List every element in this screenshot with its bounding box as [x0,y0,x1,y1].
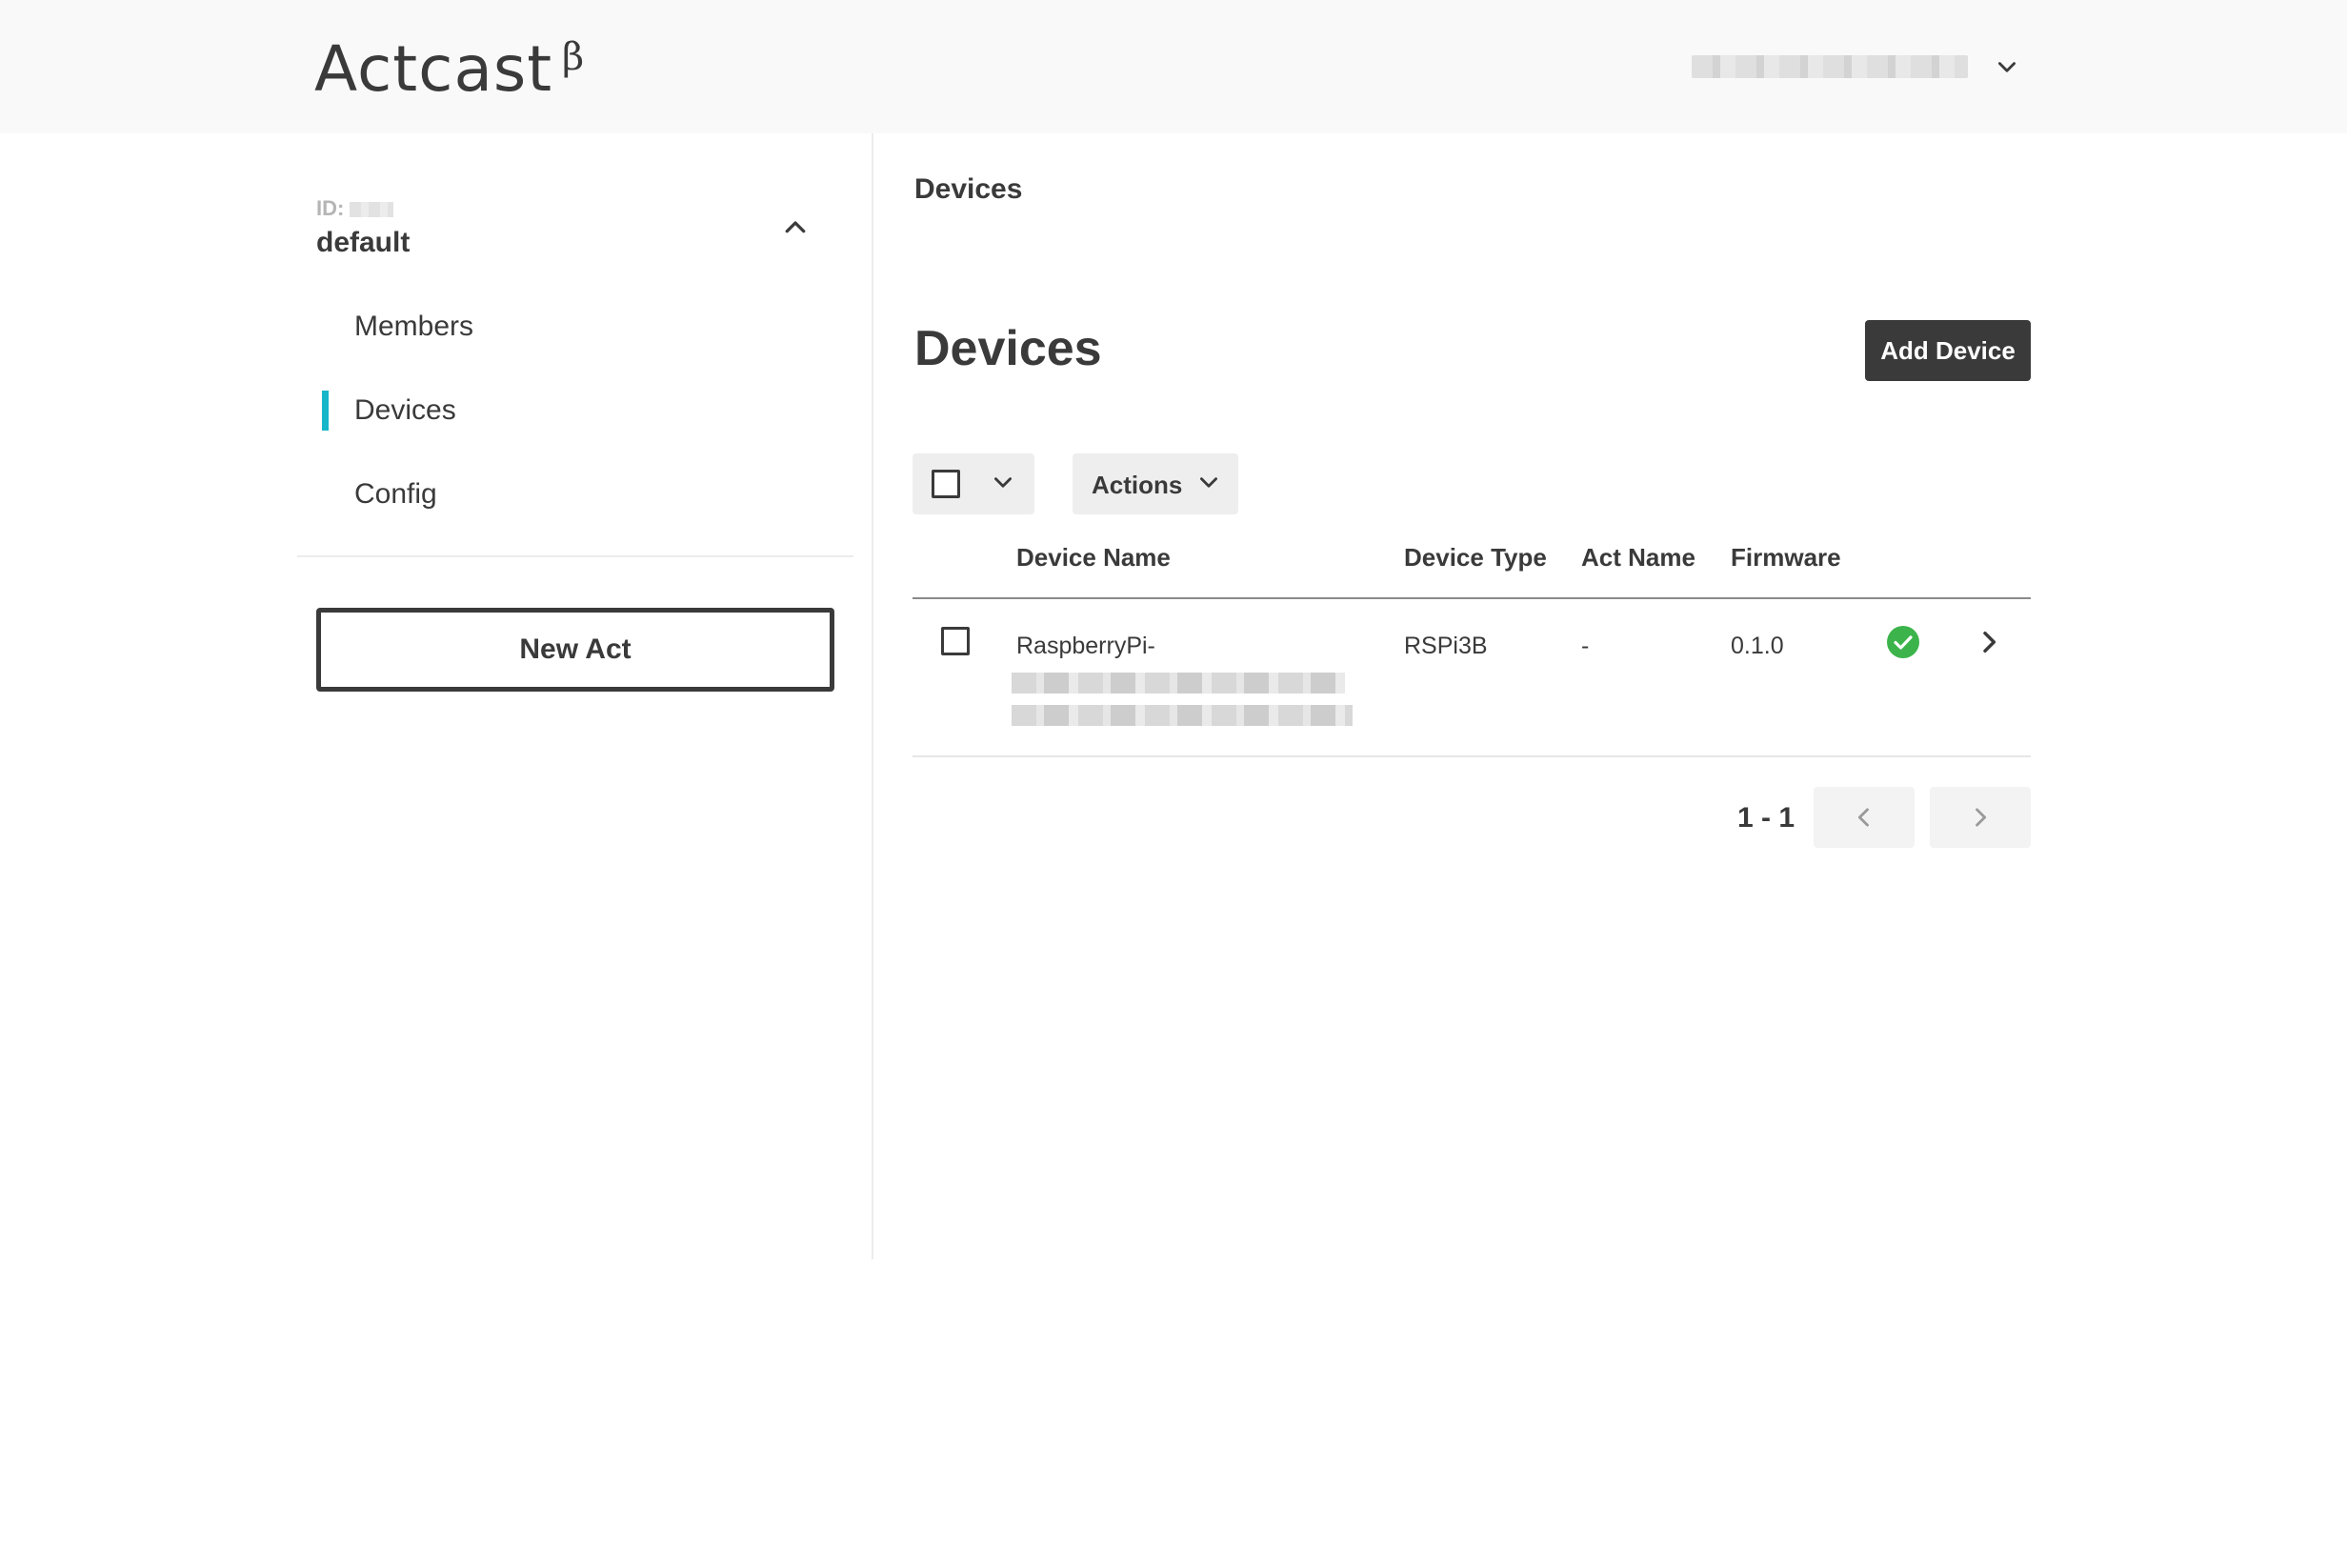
sidebar-border [872,133,873,1259]
chevron-down-icon [1998,62,2016,72]
chevron-right-icon[interactable] [1974,627,2004,657]
add-device-button[interactable]: Add Device [1865,320,2031,381]
group-id-label: ID: [316,196,345,220]
actions-label: Actions [1092,471,1183,499]
group-id-value-redacted [350,202,394,218]
logo-beta-mark: β [562,35,585,79]
firmware-cell: 0.1.0 [1731,633,1784,659]
device-name-cell[interactable]: RaspberryPi- [1016,633,1155,660]
group-id: ID: [316,196,394,221]
new-act-button[interactable]: New Act [316,608,834,692]
next-page-button[interactable] [1930,787,2031,848]
column-header-act-name: Act Name [1581,543,1695,572]
select-all-checkbox[interactable] [932,470,960,498]
row-checkbox[interactable] [941,627,970,655]
chevron-down-icon [994,477,1012,488]
pagination-range: 1 - 1 [1737,802,1795,834]
sidebar-item-devices[interactable]: Devices [354,394,456,427]
chevron-down-icon [1200,477,1217,488]
sidebar-item-config[interactable]: Config [354,478,437,511]
table-header-divider [913,597,2031,599]
sidebar-divider-line [297,555,853,557]
app-logo[interactable]: Actcast [314,36,552,103]
breadcrumb: Devices [914,173,1023,205]
table-row-divider [913,755,2031,757]
device-name-redacted [1012,705,1353,726]
chevron-left-icon [1857,808,1869,827]
chevron-up-icon[interactable] [781,213,810,242]
column-header-firmware: Firmware [1731,543,1841,572]
actions-dropdown[interactable]: Actions [1073,453,1238,514]
sidebar-active-indicator [322,391,329,431]
device-type-cell: RSPi3B [1404,633,1488,659]
previous-page-button[interactable] [1814,787,1915,848]
top-header: Actcast β [0,0,2347,133]
page-title: Devices [914,321,1102,376]
user-name-redacted [1692,55,1968,78]
chevron-right-icon [1976,808,1987,827]
sidebar-item-members[interactable]: Members [354,311,473,343]
check-circle-icon [1887,626,1919,658]
user-menu[interactable] [1692,50,2025,84]
column-header-device-name: Device Name [1016,543,1171,572]
bulk-select-dropdown[interactable] [913,453,1034,514]
column-header-device-type: Device Type [1404,543,1547,572]
device-name-redacted [1012,673,1345,694]
group-name: default [316,227,411,258]
act-name-cell: - [1581,633,1590,659]
